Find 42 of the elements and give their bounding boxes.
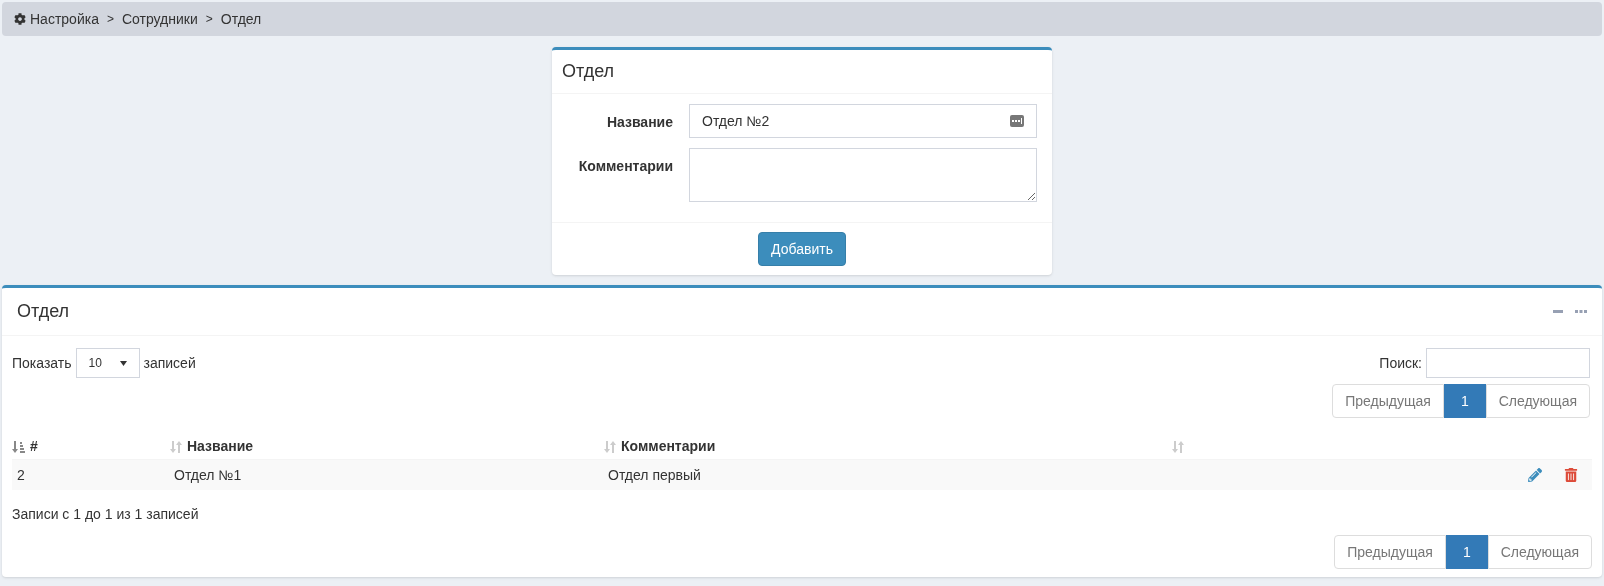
search-field[interactable]: [1426, 348, 1590, 378]
more-icon: [1010, 115, 1024, 127]
breadcrumb-separator: >: [205, 11, 213, 28]
column-header[interactable]: Название: [187, 436, 254, 457]
breadcrumb-item[interactable]: Настройка: [30, 8, 99, 30]
comment-field[interactable]: [689, 148, 1037, 202]
minimize-icon[interactable]: [1553, 310, 1563, 313]
dropdown-caret-icon: [119, 360, 127, 366]
show-label: Показать: [12, 353, 72, 373]
breadcrumb-item[interactable]: Сотрудники: [121, 8, 198, 30]
table-cell-text: Отдел первый: [608, 465, 702, 485]
add-button[interactable]: Добавить: [758, 232, 846, 266]
column-header[interactable]: #: [30, 436, 38, 457]
field-label: Название: [605, 113, 673, 132]
previous-page-button[interactable]: Предыдущая: [1334, 535, 1446, 569]
page-button[interactable]: 1: [1443, 384, 1486, 418]
more-icon[interactable]: [1575, 310, 1587, 313]
sort-ascending-icon[interactable]: [12, 439, 26, 454]
records-label: записей: [143, 353, 196, 373]
sort-icon[interactable]: [169, 439, 183, 454]
name-field[interactable]: Отдел №2: [689, 104, 1037, 138]
page-button[interactable]: 1: [1445, 535, 1488, 569]
delete-icon[interactable]: [1564, 468, 1578, 482]
card-title: Отдел: [562, 60, 615, 83]
table-cell-text: 2: [17, 465, 26, 485]
breadcrumb-item[interactable]: Отдел: [220, 8, 262, 30]
search-label: Поиск:: [1379, 353, 1422, 373]
edit-icon[interactable]: [1528, 468, 1542, 482]
settings-icon: [14, 13, 26, 25]
sort-icon[interactable]: [603, 439, 617, 454]
field-value: Отдел №2: [702, 111, 771, 131]
previous-page-button[interactable]: Предыдущая: [1332, 384, 1444, 418]
page-size-select[interactable]: 10: [75, 348, 140, 378]
panel-title: Отдел: [17, 300, 71, 323]
sort-icon[interactable]: [1171, 439, 1185, 454]
next-page-button[interactable]: Следующая: [1487, 535, 1592, 569]
table-info: Записи с 1 до 1 из 1 записей: [12, 506, 199, 522]
breadcrumb-separator: >: [106, 11, 114, 28]
table-cell-text: Отдел №1: [174, 465, 243, 485]
field-label: Комментарии: [577, 157, 673, 176]
column-header[interactable]: Комментарии: [621, 436, 716, 457]
next-page-button[interactable]: Следующая: [1485, 384, 1590, 418]
